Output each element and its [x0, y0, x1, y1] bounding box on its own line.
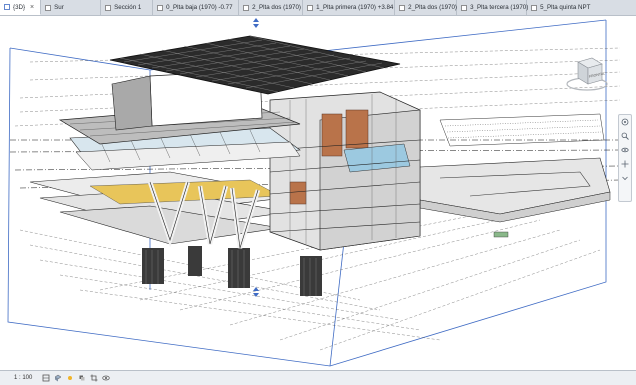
tab-plta-baja[interactable]: 0_Plta baja (1970) -0.77 [153, 0, 240, 15]
tab-label: 2_Plta dos (1970) [408, 4, 457, 11]
shadows-icon[interactable] [78, 374, 86, 382]
tab-label: {3D} [13, 3, 26, 11]
zoom-icon [621, 132, 629, 140]
steering-wheel-icon [621, 118, 629, 126]
view-tab-icon [105, 4, 112, 11]
orbit-icon [621, 147, 629, 153]
view-tab-icon [157, 4, 164, 11]
tab-seccion-1[interactable]: Sección 1 [101, 0, 154, 15]
view-tab-icon [461, 4, 468, 11]
tab-label: 1_Plta primera (1970) +3.84 [316, 4, 394, 11]
steering-wheel-button[interactable] [619, 115, 631, 129]
view-control-bar: 1 : 100 [0, 370, 636, 385]
view-tab-bar: {3D} × Sur Sección 1 0_Plta baja (1970) … [0, 0, 636, 16]
visual-style-icon[interactable] [54, 374, 62, 382]
tab-plta-tercera[interactable]: 3_Plta tercera (1970) [457, 0, 529, 15]
tab-label: Sur [54, 4, 64, 11]
orbit-button[interactable] [619, 143, 631, 157]
tab-label: 0_Plta baja (1970) -0.77 [166, 4, 233, 11]
view-tab-icon [399, 4, 406, 11]
view-tab-icon [45, 4, 52, 11]
3d-viewport[interactable]: FRONTAL [0, 16, 636, 370]
tab-plta-quinta[interactable]: 5_Plta quinta NPT [527, 0, 636, 15]
viewcube[interactable]: FRONTAL [564, 54, 610, 97]
tab-plta-dos[interactable]: 2_Plta dos (1970) [239, 0, 304, 15]
tab-plta-primera[interactable]: 1_Plta primera (1970) +3.84 [303, 0, 396, 15]
view-tab-icon [243, 4, 250, 11]
tab-plta-dos-2[interactable]: 2_Plta dos (1970) [395, 0, 458, 15]
crop-icon[interactable] [90, 374, 98, 382]
nav-menu-button[interactable] [619, 171, 631, 185]
tab-label: 5_Plta quinta NPT [540, 4, 591, 11]
view-tab-icon [531, 4, 538, 11]
close-icon[interactable]: × [30, 4, 34, 11]
tab-label: 2_Plta dos (1970) [252, 4, 301, 11]
detail-level-icon[interactable] [42, 374, 50, 382]
tab-label: 3_Plta tercera (1970) [470, 4, 529, 11]
building-model [7, 18, 621, 367]
pan-button[interactable] [619, 157, 631, 171]
navigation-bar [618, 114, 632, 202]
pan-icon [621, 160, 629, 168]
zoom-button[interactable] [619, 129, 631, 143]
hide-isolate-icon[interactable] [102, 374, 111, 382]
chevron-down-icon [622, 176, 628, 181]
scale-value[interactable]: 1 : 100 [0, 375, 40, 381]
tab-3d[interactable]: {3D} × [0, 0, 42, 15]
sun-path-icon[interactable] [66, 374, 74, 382]
tab-label: Sección 1 [114, 4, 142, 11]
view-tab-icon [4, 4, 10, 10]
view-tab-icon [307, 4, 314, 11]
tab-sur[interactable]: Sur [41, 0, 102, 15]
